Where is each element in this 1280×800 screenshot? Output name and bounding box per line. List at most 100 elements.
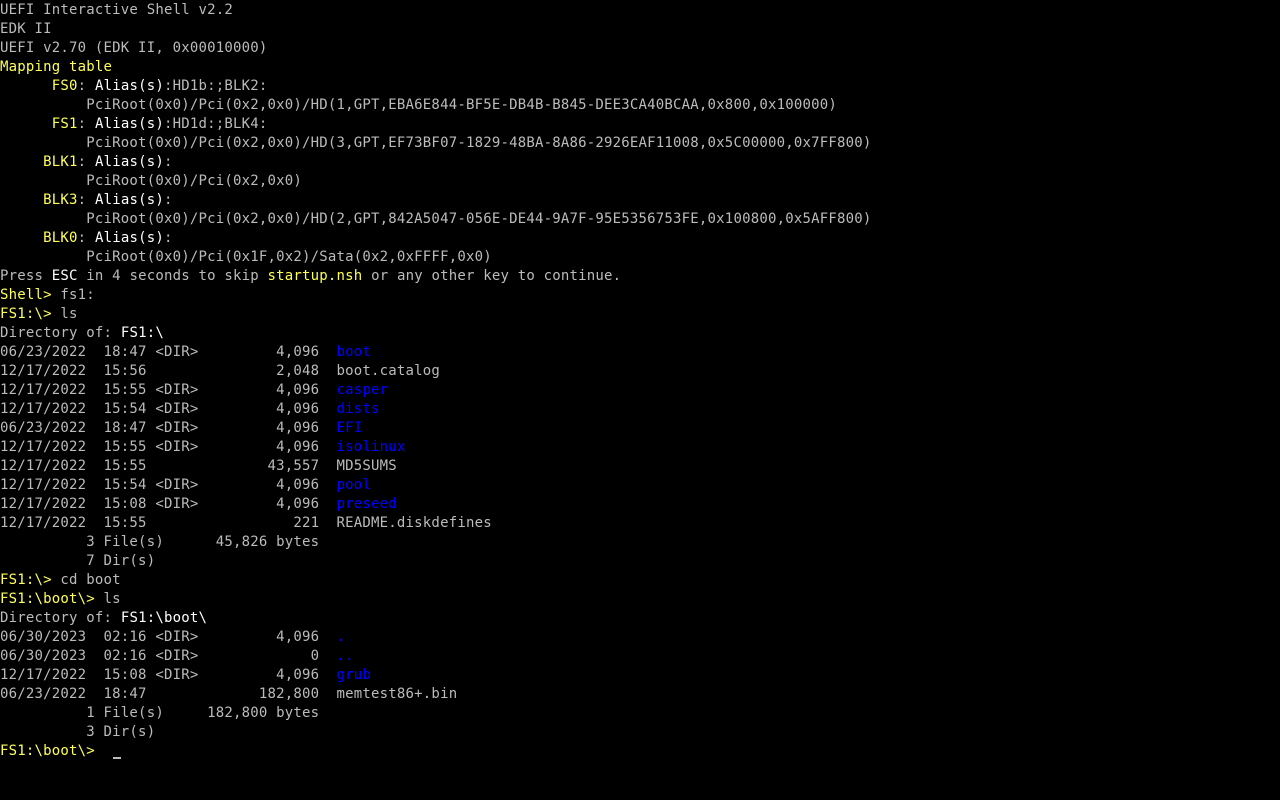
console-text: Alias(s) xyxy=(94,78,164,94)
console-text: :HD1d:;BLK4: xyxy=(163,116,268,132)
console-line: PciRoot(0x0)/Pci(0x2,0x0)/HD(3,GPT,EF73B… xyxy=(0,134,872,153)
console-text: 12/17/2022 15:55 <DIR> 4,096 xyxy=(0,382,337,398)
console-line: 7 Dir(s) xyxy=(0,552,155,571)
console-line: 12/17/2022 15:54 <DIR> 4,096 pool xyxy=(0,476,371,495)
console-text: PciRoot(0x0)/Pci(0x2,0x0)/HD(3,GPT,EF73B… xyxy=(0,135,872,151)
console-text: 7 Dir(s) xyxy=(0,553,156,569)
console-text: Alias(s) xyxy=(94,230,164,246)
console-text: Press xyxy=(0,268,52,284)
console-text: .. xyxy=(336,648,354,664)
console-line: FS1:\> cd boot xyxy=(0,571,121,590)
console-line: BLK1: Alias(s): xyxy=(0,153,173,172)
console-text: FS0 xyxy=(51,78,78,94)
console-line: FS1:\boot\> ls xyxy=(0,590,121,609)
console-text: :HD1b:;BLK2: xyxy=(163,78,268,94)
console-text: FS1:\boot\> xyxy=(0,591,104,607)
console-line: EDK II xyxy=(0,20,52,39)
console-text: ls xyxy=(60,306,78,322)
shell-prompt-line: FS1:\boot\> xyxy=(0,742,121,761)
console-text: ls xyxy=(103,591,121,607)
console-text: 12/17/2022 15:08 <DIR> 4,096 xyxy=(0,496,337,512)
console-text: startup.nsh xyxy=(267,268,363,284)
console-text: 06/23/2022 18:47 182,800 memtest86+.bin xyxy=(0,686,458,702)
console-text: . xyxy=(336,629,346,645)
console-line: UEFI v2.70 (EDK II, 0x00010000) xyxy=(0,39,268,58)
console-text: grub xyxy=(336,667,372,683)
console-text: Shell> xyxy=(0,287,61,303)
console-line: UEFI Interactive Shell v2.2 xyxy=(0,1,233,20)
console-text: casper xyxy=(336,382,389,398)
console-text: dists xyxy=(336,401,380,417)
console-text: 06/30/2023 02:16 <DIR> 4,096 xyxy=(0,629,337,645)
console-text: : xyxy=(163,154,173,170)
text-cursor[interactable] xyxy=(112,757,121,759)
console-line: 12/17/2022 15:55 43,557 MD5SUMS xyxy=(0,457,397,476)
console-text: FS1 xyxy=(51,116,78,132)
console-text: UEFI v2.70 (EDK II, 0x00010000) xyxy=(0,40,268,56)
console-text: cd boot xyxy=(60,572,121,588)
console-text: 12/17/2022 15:55 221 README.diskdefines xyxy=(0,515,492,531)
console-text: preseed xyxy=(336,496,397,512)
console-text: FS1:\boot\ xyxy=(120,610,208,626)
console-line: 1 File(s) 182,800 bytes xyxy=(0,704,319,723)
console-text: UEFI Interactive Shell v2.2 xyxy=(0,2,233,18)
console-text: ESC xyxy=(51,268,78,284)
console-text: Directory of: xyxy=(0,325,121,341)
console-text: PciRoot(0x0)/Pci(0x2,0x0)/HD(2,GPT,842A5… xyxy=(0,211,872,227)
console-text: 12/17/2022 15:55 <DIR> 4,096 xyxy=(0,439,337,455)
console-text: fs1: xyxy=(60,287,95,303)
console-text: 3 File(s) 45,826 bytes xyxy=(0,534,320,550)
console-text: 12/17/2022 15:55 43,557 MD5SUMS xyxy=(0,458,397,474)
console-line: Press ESC in 4 seconds to skip startup.n… xyxy=(0,267,621,286)
console-text: 12/17/2022 15:08 <DIR> 4,096 xyxy=(0,667,337,683)
console-line: FS1: Alias(s):HD1d:;BLK4: xyxy=(0,115,268,134)
console-text: 12/17/2022 15:54 <DIR> 4,096 xyxy=(0,477,337,493)
uefi-shell-console[interactable]: UEFI Interactive Shell v2.2 EDK II UEFI v2… xyxy=(0,0,1280,800)
console-text: BLK1 xyxy=(43,154,78,170)
console-text: 06/23/2022 18:47 <DIR> 4,096 xyxy=(0,420,337,436)
console-text: : xyxy=(77,192,95,208)
console-text: : xyxy=(77,78,95,94)
console-text: in 4 seconds to skip xyxy=(77,268,268,284)
console-line: 12/17/2022 15:55 <DIR> 4,096 casper xyxy=(0,381,388,400)
console-line: FS1:\> ls xyxy=(0,305,78,324)
console-line: Directory of: FS1:\ xyxy=(0,324,164,343)
console-text: 06/30/2023 02:16 <DIR> 0 xyxy=(0,648,337,664)
console-text: : xyxy=(163,192,173,208)
console-line: Directory of: FS1:\boot\ xyxy=(0,609,207,628)
console-text: 12/17/2022 15:54 <DIR> 4,096 xyxy=(0,401,337,417)
console-line: PciRoot(0x0)/Pci(0x2,0x0) xyxy=(0,172,302,191)
console-text: : xyxy=(77,116,95,132)
console-text: Alias(s) xyxy=(94,116,164,132)
console-text: Mapping table xyxy=(0,59,113,75)
console-text: 06/23/2022 18:47 <DIR> 4,096 xyxy=(0,344,337,360)
console-line: 12/17/2022 15:56 2,048 boot.catalog xyxy=(0,362,440,381)
console-text: EFI xyxy=(336,420,363,436)
console-text: FS1:\> xyxy=(0,306,61,322)
console-text: BLK0 xyxy=(43,230,78,246)
console-text: or any other key to continue. xyxy=(362,268,622,284)
console-line: BLK3: Alias(s): xyxy=(0,191,173,210)
console-line: 06/30/2023 02:16 <DIR> 4,096 . xyxy=(0,628,345,647)
console-line: 12/17/2022 15:08 <DIR> 4,096 grub xyxy=(0,666,371,685)
console-text: FS1:\ xyxy=(120,325,164,341)
console-line: Mapping table xyxy=(0,58,112,77)
console-text: isolinux xyxy=(336,439,406,455)
console-line: BLK0: Alias(s): xyxy=(0,229,173,248)
console-text: 3 Dir(s) xyxy=(0,724,156,740)
console-text: Alias(s) xyxy=(94,154,164,170)
console-line: 06/23/2022 18:47 182,800 memtest86+.bin xyxy=(0,685,457,704)
console-line: PciRoot(0x0)/Pci(0x2,0x0)/HD(1,GPT,EBA6E… xyxy=(0,96,837,115)
console-line: PciRoot(0x0)/Pci(0x2,0x0)/HD(2,GPT,842A5… xyxy=(0,210,872,229)
console-text: Alias(s) xyxy=(94,192,164,208)
console-line: 06/23/2022 18:47 <DIR> 4,096 EFI xyxy=(0,419,362,438)
console-line: PciRoot(0x0)/Pci(0x1F,0x2)/Sata(0x2,0xFF… xyxy=(0,248,492,267)
console-text: FS1:\> xyxy=(0,572,61,588)
console-text: 12/17/2022 15:56 2,048 boot.catalog xyxy=(0,363,441,379)
console-text: Directory of: xyxy=(0,610,121,626)
console-line: 12/17/2022 15:08 <DIR> 4,096 preseed xyxy=(0,495,397,514)
